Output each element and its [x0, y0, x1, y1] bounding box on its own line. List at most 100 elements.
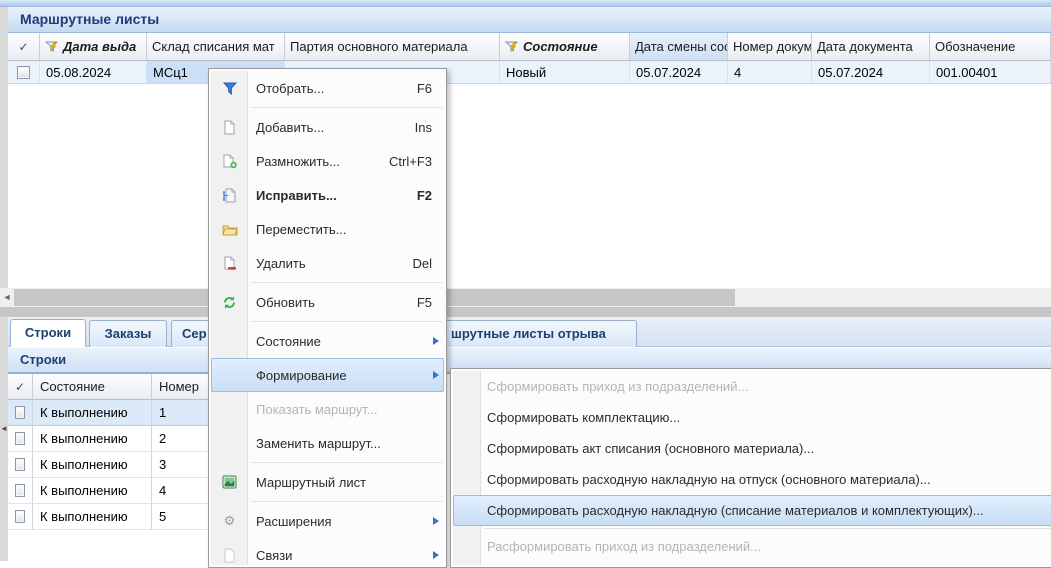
cell-doc-date[interactable]: 05.07.2024 — [812, 61, 930, 84]
cell-state[interactable]: К выполнению — [33, 426, 152, 452]
row-checkbox[interactable] — [15, 458, 25, 471]
menu-item-move[interactable]: Переместить... — [211, 212, 444, 246]
menu-item-refresh[interactable]: Обновить F5 — [211, 285, 444, 319]
edit-page-icon — [211, 188, 248, 203]
submenu-arrow-icon — [433, 337, 439, 345]
row-checkbox[interactable] — [15, 510, 25, 523]
column-header-batch[interactable]: Партия основного материала — [285, 33, 500, 61]
column-header-state-change-date[interactable]: Дата смены сос — [630, 33, 728, 61]
row-checkbox[interactable] — [15, 484, 25, 497]
menu-item-shortcut: Ins — [415, 120, 444, 135]
menu-item-formation[interactable]: Формирование — [211, 358, 444, 392]
menu-item-label: Исправить... — [248, 188, 417, 203]
lines-column-header-state[interactable]: Состояние — [33, 374, 152, 400]
column-header-label: Партия основного материала — [290, 39, 468, 54]
cell-designation[interactable]: 001.00401 — [930, 61, 1051, 84]
submenu-item-unform-receipt: Расформировать приход из подразделений..… — [453, 531, 1051, 562]
report-icon — [211, 475, 248, 489]
page-icon — [211, 548, 248, 563]
app-window: { "colors": { "accent": "#1e3c78", "sele… — [0, 0, 1051, 561]
menu-item-state[interactable]: Состояние — [211, 324, 444, 358]
panel-splitter[interactable] — [0, 307, 1051, 317]
cell-state[interactable]: К выполнению — [33, 452, 152, 478]
row-check-cell[interactable] — [8, 478, 33, 504]
menu-item-replace-route[interactable]: Заменить маршрут... — [211, 426, 444, 460]
page-title: Маршрутные листы — [8, 7, 1051, 33]
cell-state[interactable]: К выполнению — [33, 504, 152, 530]
column-header-doc-date[interactable]: Дата документа — [812, 33, 930, 61]
column-header-label: Обозначение — [935, 39, 1015, 54]
menu-item-links[interactable]: Связи — [211, 538, 444, 568]
menu-separator — [251, 107, 442, 108]
row-check-cell[interactable] — [8, 400, 33, 426]
menu-separator — [251, 321, 442, 322]
menu-item-shortcut: Del — [412, 256, 444, 271]
column-header-label: Состояние — [523, 39, 598, 54]
cell-issue-date[interactable]: 05.08.2024 — [40, 61, 147, 84]
menu-item-route-sheet[interactable]: Маршрутный лист — [211, 465, 444, 499]
menu-item-edit[interactable]: Исправить... F2 — [211, 178, 444, 212]
row-check-cell[interactable] — [8, 426, 33, 452]
menu-item-label: Отобрать... — [248, 81, 417, 96]
menu-item-add[interactable]: Добавить... Ins — [211, 110, 444, 144]
menu-item-shortcut: F6 — [417, 81, 444, 96]
submenu-item-form-expense-invoice[interactable]: Сформировать расходную накладную (списан… — [453, 495, 1051, 526]
top-grid-check-column-header[interactable]: ✓ — [8, 33, 40, 61]
menu-item-label: Удалить — [248, 256, 412, 271]
menu-item-label: Обновить — [248, 295, 417, 310]
menu-separator — [484, 528, 1051, 529]
submenu-arrow-icon — [433, 517, 439, 525]
row-check-cell[interactable] — [8, 504, 33, 530]
column-header-designation[interactable]: Обозначение — [930, 33, 1051, 61]
menu-item-label: Показать маршрут... — [248, 402, 444, 417]
row-check-cell[interactable] — [8, 452, 33, 478]
filter-lightning-icon — [505, 41, 520, 53]
submenu-item-form-writeoff-act[interactable]: Сформировать акт списания (основного мат… — [453, 433, 1051, 464]
menu-item-label: Расширения — [248, 514, 444, 529]
menu-item-filter[interactable]: Отобрать... F6 — [211, 71, 444, 105]
menu-item-extensions[interactable]: ⚙ Расширения — [211, 504, 444, 538]
cell-state[interactable]: К выполнению — [33, 478, 152, 504]
menu-item-label: Маршрутный лист — [248, 475, 444, 490]
bottom-tab-bar: Строки Заказы Сер шрутные листы отрыва — [8, 317, 1051, 347]
filter-icon — [211, 82, 248, 95]
submenu-item-form-kitting[interactable]: Сформировать комплектацию... — [453, 402, 1051, 433]
menu-item-duplicate[interactable]: Размножить... Ctrl+F3 — [211, 144, 444, 178]
delete-page-icon — [211, 256, 248, 271]
menu-item-shortcut: F2 — [417, 188, 444, 203]
column-header-state[interactable]: Состояние — [500, 33, 630, 61]
top-grid-header-row: ✓ Дата выда Склад списания мат Партия ос… — [8, 33, 1051, 61]
menu-separator — [251, 282, 442, 283]
menu-item-show-route: Показать маршрут... — [211, 392, 444, 426]
row-checkbox[interactable] — [17, 66, 30, 79]
column-header-label: Дата выда — [63, 39, 136, 54]
cell-state[interactable]: Новый — [500, 61, 630, 84]
collapse-left-arrow-icon[interactable]: ◄ — [0, 425, 8, 433]
column-header-doc-number[interactable]: Номер докум — [728, 33, 812, 61]
submenu-arrow-icon — [433, 371, 439, 379]
menu-item-shortcut: F5 — [417, 295, 444, 310]
cell-doc-number[interactable]: 4 — [728, 61, 812, 84]
column-header-issue-date[interactable]: Дата выда — [40, 33, 147, 61]
scrollbar-left-arrow-icon[interactable]: ◄ — [1, 288, 13, 307]
menu-item-label: Добавить... — [248, 120, 415, 135]
column-header-warehouse[interactable]: Склад списания мат — [147, 33, 285, 61]
tab-orders[interactable]: Заказы — [89, 320, 167, 347]
row-check-cell[interactable] — [8, 61, 40, 84]
menu-item-label: Формирование — [248, 368, 444, 383]
table-row[interactable]: 05.08.2024 МСц1 Новый 05.07.2024 4 05.07… — [8, 61, 1051, 84]
row-checkbox[interactable] — [15, 432, 25, 445]
menu-item-label: Переместить... — [248, 222, 432, 237]
cell-state[interactable]: К выполнению — [33, 400, 152, 426]
formation-submenu: Сформировать приход из подразделений... … — [450, 368, 1051, 568]
submenu-item-form-issue-invoice[interactable]: Сформировать расходную накладную на отпу… — [453, 464, 1051, 495]
horizontal-scrollbar[interactable]: ◄ — [0, 288, 1051, 307]
tab-tear-route-sheets[interactable]: шрутные листы отрыва — [440, 320, 637, 347]
left-gutter: ◄ — [0, 7, 8, 561]
menu-item-delete[interactable]: Удалить Del — [211, 246, 444, 280]
tab-lines[interactable]: Строки — [10, 319, 86, 347]
row-checkbox[interactable] — [15, 406, 25, 419]
cell-state-change-date[interactable]: 05.07.2024 — [630, 61, 728, 84]
lines-check-column-header[interactable]: ✓ — [8, 374, 33, 400]
menu-separator — [251, 462, 442, 463]
